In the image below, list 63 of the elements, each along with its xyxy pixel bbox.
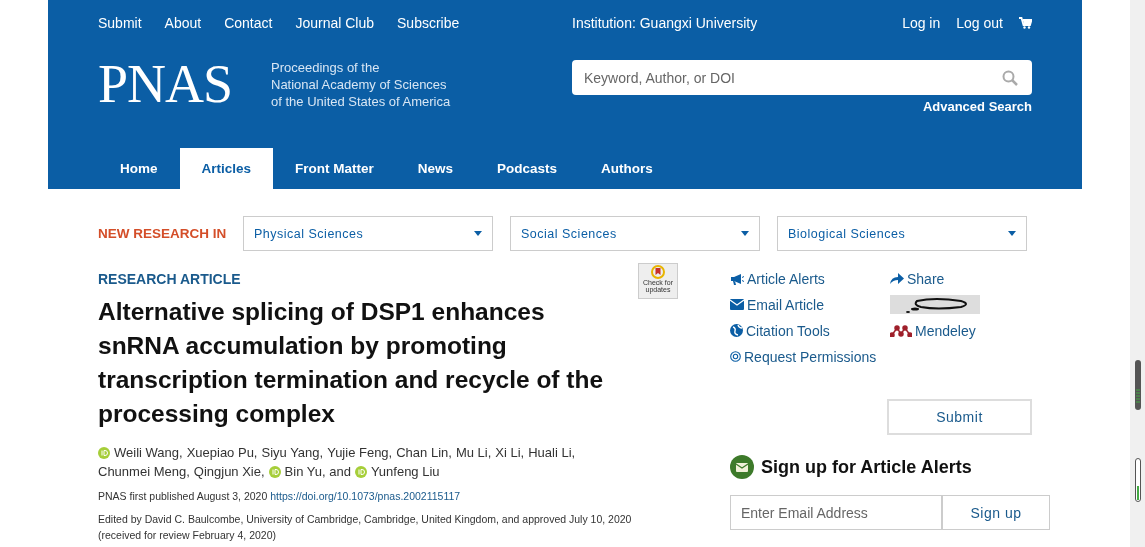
network-dots-icon [890,324,912,337]
email-field[interactable]: Enter Email Address [730,495,942,530]
nav-tab[interactable]: Home [98,148,180,189]
caret-icon [474,231,482,236]
globe-icon [730,324,743,337]
article-title: Alternative splicing of DSP1 enhances snRNA accumulation by promoting transcription termination and recycle of the processing complex [98,297,605,429]
author-name[interactable]: Xi Li, [495,443,525,462]
scroll-thumb-icon[interactable] [1134,360,1141,410]
share-link[interactable]: Share [890,269,980,288]
nav-tab[interactable]: Podcasts [475,148,580,189]
author-name[interactable]: Qingjun Xie, [193,462,265,481]
nav-tab[interactable]: Articles [179,148,274,189]
category-dropdown[interactable]: Biological Sciences [777,216,1027,251]
category-dropdown[interactable]: Physical Sciences [243,216,493,251]
author-name[interactable]: Xuepiao Pu, [186,443,258,462]
advanced-search-link[interactable]: Advanced Search [922,99,1032,114]
share-arrow-icon [890,273,904,284]
top-nav-link[interactable]: Contact [224,15,273,31]
search-field[interactable]: Keyword, Author, or DOI [572,60,1032,95]
thought-bubble-icon[interactable] [890,295,980,314]
caret-icon [1008,231,1016,236]
article-tool-link[interactable]: Request Permissions [730,347,890,366]
copyright-icon [730,351,741,362]
journal-tagline: Proceedings of the National Academy of Sciences of the United States of America [271,59,452,110]
sign-up-button[interactable]: Sign up [942,495,1050,530]
article-tool-link[interactable]: Email Article [730,295,890,314]
nav-tab[interactable]: Front Matter [273,148,396,189]
top-nav-link[interactable]: About [164,15,202,31]
journal-logo[interactable]: PNAS [98,60,271,108]
account-link[interactable]: Log out [956,15,1003,31]
doi-link[interactable]: https://doi.org/10.1073/pnas.2002115117 [270,490,461,502]
alerts-heading: Sign up for Article Alerts [761,456,972,478]
cart-icon[interactable] [1019,17,1032,29]
mendeley-link[interactable]: Mendeley [890,321,980,340]
envelope-icon [730,299,744,310]
author-name[interactable]: Weili Wang, [114,443,183,462]
nav-tab[interactable]: Authors [579,148,675,189]
author-name[interactable]: Yunfeng Liu [370,462,440,481]
nav-tab[interactable]: News [395,148,476,189]
top-nav-link[interactable]: Journal Club [295,15,375,31]
editor-note: Edited by David C. Baulcombe, University of Cambridge, Cambridge, United Kingdom, and approved July 10, 2020 (received for review February 4, 2020) [98,512,633,543]
author-name[interactable]: Bin Yu, and [284,462,351,481]
institution-label: Institution: Guangxi University [572,15,759,31]
author-name[interactable]: Huali Li, [528,443,576,462]
account-link[interactable]: Log in [902,15,941,31]
envelope-icon [730,455,754,479]
submit-button[interactable]: Submit [887,399,1032,435]
category-dropdown[interactable]: Social Sciences [510,216,760,251]
caret-icon [741,231,749,236]
scroll-thumb-icon[interactable] [1134,458,1141,502]
new-research-label: NEW RESEARCH IN [98,226,226,241]
author-name[interactable]: Chunmei Meng, [98,462,190,481]
publication-date: PNAS first published August 3, 2020 [98,490,268,502]
author-name[interactable]: Siyu Yang, [261,443,324,462]
author-name[interactable]: Chan Lin, [396,443,452,462]
megaphone-icon [730,272,744,285]
article-tool-link[interactable]: Article Alerts [730,269,890,288]
author-name[interactable]: Yujie Feng, [327,443,393,462]
top-nav-link[interactable]: Subscribe [397,15,460,31]
top-nav-link[interactable]: Submit [98,15,142,31]
article-type-label: RESEARCH ARTICLE [98,271,241,287]
author-name[interactable]: Mu Li, [455,443,492,462]
article-tool-link[interactable]: Citation Tools [730,321,890,340]
